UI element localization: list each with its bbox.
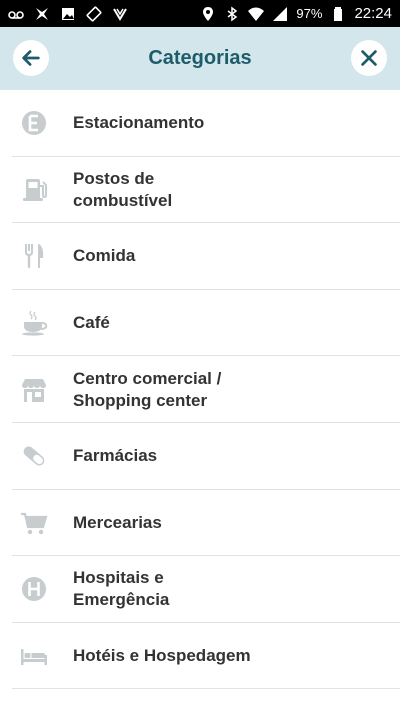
category-item-parking[interactable]: Estacionamento: [0, 90, 400, 157]
category-list: Estacionamento Postos de combustível Com…: [0, 90, 400, 689]
app-icon: [34, 6, 50, 22]
check-icon: [112, 6, 128, 22]
category-label: Hospitais e Emergência: [73, 568, 170, 610]
notification-icons: [8, 6, 128, 22]
hospital-icon: [18, 573, 50, 605]
arrow-left-icon: [20, 47, 42, 69]
category-label: Mercearias: [73, 512, 162, 532]
cart-icon: [18, 507, 50, 539]
image-icon: [60, 6, 76, 22]
close-button[interactable]: [351, 40, 387, 76]
parking-icon: [18, 107, 50, 139]
category-item-hotel[interactable]: Hotéis e Hospedagem: [0, 623, 400, 690]
bed-icon: [18, 640, 50, 672]
category-label: Hotéis e Hospedagem: [73, 646, 251, 666]
fork-knife-icon: [18, 240, 50, 272]
battery-percent: 97%: [296, 6, 323, 21]
voicemail-icon: [8, 6, 24, 22]
category-label: Postos de combustível: [73, 168, 173, 210]
category-item-shopping[interactable]: Centro comercial / Shopping center: [0, 356, 400, 423]
category-item-hospital[interactable]: Hospitais e Emergência: [0, 556, 400, 623]
close-icon: [358, 47, 380, 69]
category-label: Comida: [73, 246, 136, 266]
status-bar: 97% 22:24: [0, 0, 400, 27]
bluetooth-icon: [224, 6, 240, 22]
pill-icon: [18, 440, 50, 472]
app-header: Categorias: [0, 27, 400, 90]
clock: 22:24: [354, 5, 392, 22]
coffee-cup-icon: [18, 307, 50, 339]
category-item-fuel[interactable]: Postos de combustível: [0, 157, 400, 224]
category-label: Café: [73, 313, 110, 333]
category-item-coffee[interactable]: Café: [0, 290, 400, 357]
category-item-grocery[interactable]: Mercearias: [0, 490, 400, 557]
category-item-food[interactable]: Comida: [0, 223, 400, 290]
signal-icon: [272, 6, 288, 22]
fuel-icon: [18, 174, 50, 206]
rotate-icon: [86, 6, 102, 22]
category-label: Estacionamento: [73, 113, 205, 133]
location-icon: [200, 6, 216, 22]
system-icons: 97% 22:24: [200, 5, 392, 22]
category-item-pharmacy[interactable]: Farmácias: [0, 423, 400, 490]
battery-icon: [330, 6, 346, 22]
category-label: Farmácias: [73, 446, 158, 466]
wifi-icon: [248, 6, 265, 22]
page-title: Categorias: [148, 47, 252, 69]
category-label: Centro comercial / Shopping center: [73, 368, 222, 410]
storefront-icon: [18, 374, 50, 406]
back-button[interactable]: [13, 40, 49, 76]
